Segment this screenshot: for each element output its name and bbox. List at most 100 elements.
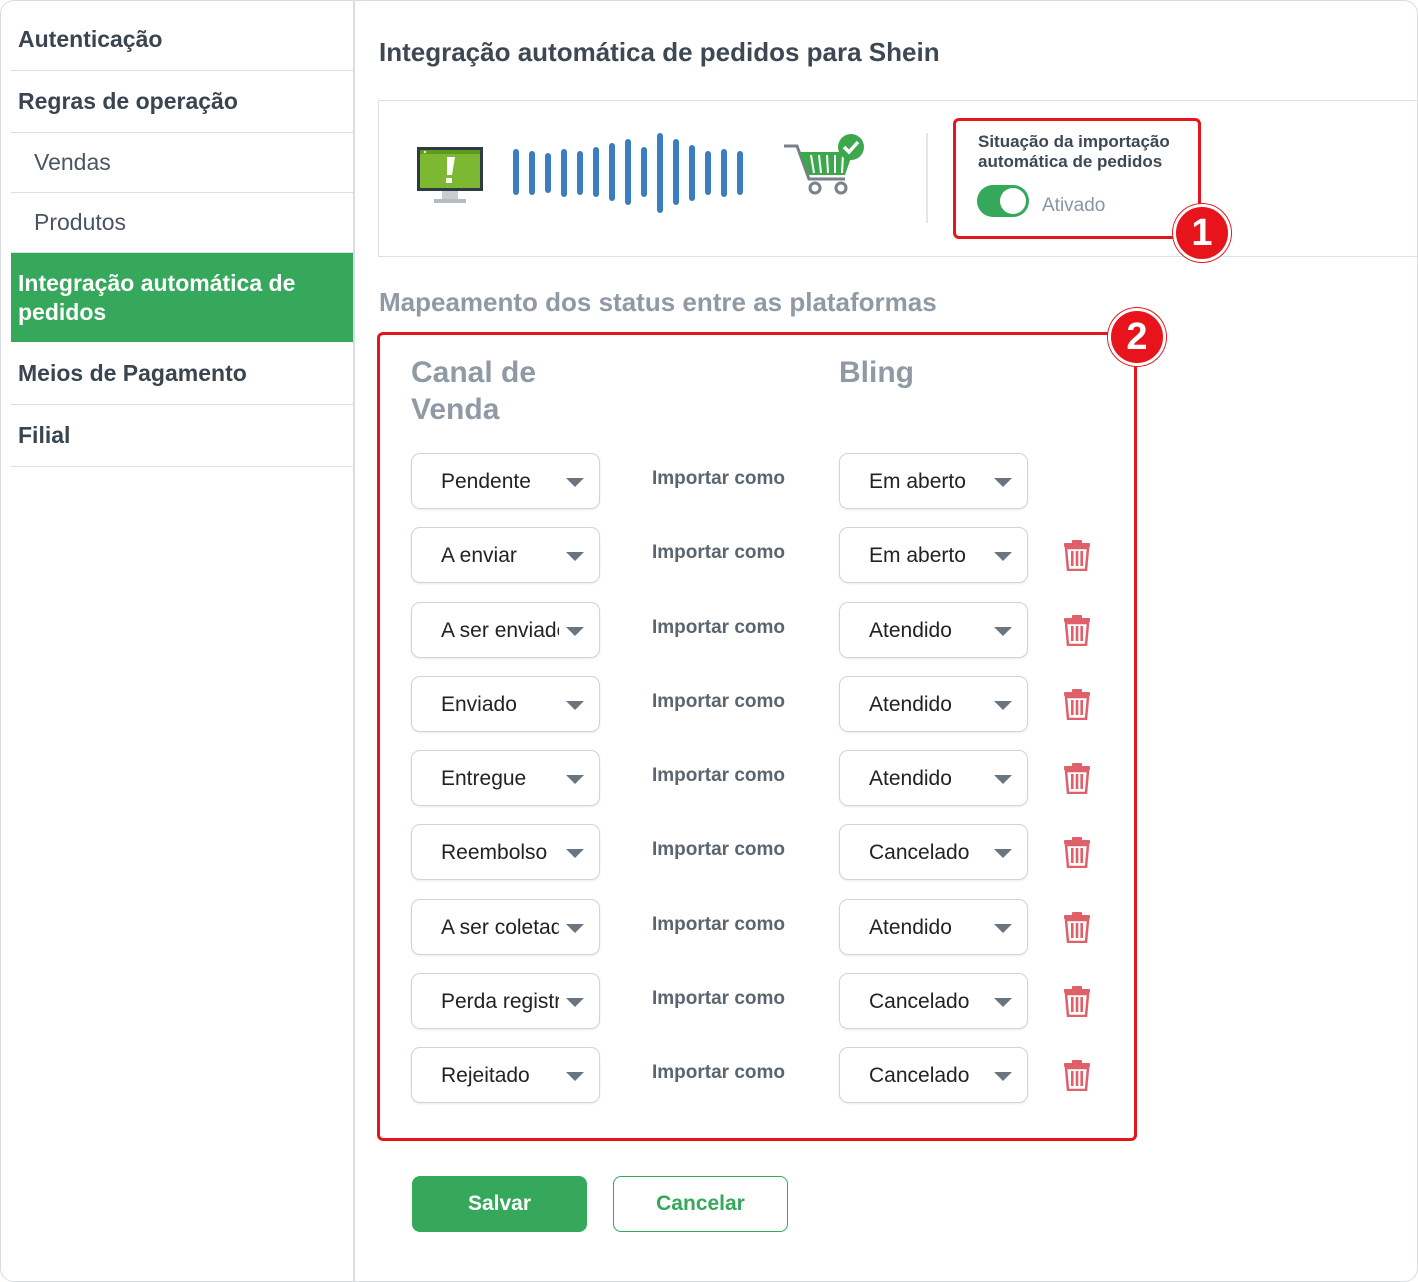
channel-status-select[interactable]: A ser coletado: [411, 899, 600, 955]
trash-icon[interactable]: [1063, 1059, 1091, 1091]
chevron-down-icon: [566, 478, 584, 487]
bling-status-select[interactable]: Atendido: [839, 602, 1028, 658]
import-as-label: Importar como: [652, 468, 786, 489]
bling-status-select[interactable]: Em aberto: [839, 453, 1028, 509]
bling-status-select[interactable]: Atendido: [839, 676, 1028, 732]
chevron-down-icon: [994, 552, 1012, 561]
trash-icon[interactable]: [1063, 985, 1091, 1017]
trash-icon[interactable]: [1063, 836, 1091, 868]
sidebar-item-vendas[interactable]: Vendas: [11, 133, 353, 193]
import-as-label: Importar como: [652, 914, 786, 935]
save-button[interactable]: Salvar: [412, 1176, 587, 1232]
bling-status-select[interactable]: Cancelado: [839, 1047, 1028, 1103]
channel-status-select[interactable]: Perda registrada: [411, 973, 600, 1029]
cancel-button[interactable]: Cancelar: [613, 1176, 788, 1232]
sidebar-item-label: Filial: [18, 422, 71, 448]
mapping-title: Mapeamento dos status entre as plataform…: [379, 287, 937, 317]
sidebar-item-meios-pagamento[interactable]: Meios de Pagamento: [11, 342, 353, 405]
channel-status-select[interactable]: Reembolso: [411, 824, 600, 880]
monitor-icon: [417, 147, 483, 203]
channel-status-value: Enviado: [441, 693, 517, 716]
bling-status-value: Atendido: [869, 916, 952, 939]
channel-status-select[interactable]: Rejeitado: [411, 1047, 600, 1103]
channel-status-value: Rejeitado: [441, 1064, 530, 1087]
import-as-label: Importar como: [652, 839, 786, 860]
import-as-label: Importar como: [652, 542, 786, 563]
import-status-toggle[interactable]: [977, 185, 1029, 217]
chevron-down-icon: [994, 1072, 1012, 1081]
column-header-channel: Canal de Venda: [411, 356, 537, 426]
chevron-down-icon: [994, 775, 1012, 784]
channel-status-select[interactable]: Pendente: [411, 453, 600, 509]
chevron-down-icon: [566, 552, 584, 561]
channel-status-value: Entregue: [441, 767, 527, 790]
sidebar-item-autenticacao[interactable]: Autenticação: [11, 9, 353, 71]
chevron-down-icon: [566, 775, 584, 784]
sidebar-item-regras-operacao[interactable]: Regras de operação: [11, 71, 353, 133]
chevron-down-icon: [994, 627, 1012, 636]
bling-status-value: Cancelado: [869, 1064, 970, 1087]
chevron-down-icon: [566, 849, 584, 858]
sidebar: Autenticação Regras de operação Vendas P…: [1, 1, 355, 1281]
callout-badge-1: 1: [1173, 204, 1231, 262]
channel-status-value: A ser coletado: [441, 916, 559, 939]
channel-status-select[interactable]: A ser enviado: [411, 602, 600, 658]
channel-status-select[interactable]: A enviar: [411, 527, 600, 583]
bling-status-value: Cancelado: [869, 990, 970, 1013]
bling-status-value: Cancelado: [869, 841, 970, 864]
app-frame: Autenticação Regras de operação Vendas P…: [0, 0, 1418, 1282]
cart-check-icon: [784, 134, 864, 195]
trash-icon[interactable]: [1063, 911, 1091, 943]
chevron-down-icon: [566, 701, 584, 710]
trash-icon[interactable]: [1063, 688, 1091, 720]
channel-status-value: Perda registrada: [441, 990, 559, 1013]
chevron-down-icon: [994, 924, 1012, 933]
channel-status-value: Pendente: [441, 470, 531, 493]
chevron-down-icon: [566, 627, 584, 636]
import-as-label: Importar como: [652, 1062, 786, 1083]
bling-status-select[interactable]: Atendido: [839, 750, 1028, 806]
sidebar-item-filial[interactable]: Filial: [11, 405, 353, 467]
bling-status-select[interactable]: Em aberto: [839, 527, 1028, 583]
chevron-down-icon: [994, 478, 1012, 487]
sidebar-item-label: Vendas: [34, 149, 111, 175]
panel-divider: [926, 133, 928, 223]
import-as-label: Importar como: [652, 988, 786, 1009]
import-as-label: Importar como: [652, 617, 786, 638]
chevron-down-icon: [566, 924, 584, 933]
bling-status-value: Atendido: [869, 693, 952, 716]
bling-status-value: Atendido: [869, 619, 952, 642]
sidebar-item-produtos[interactable]: Produtos: [11, 193, 353, 253]
channel-status-value: A enviar: [441, 544, 517, 567]
bling-status-select[interactable]: Atendido: [839, 899, 1028, 955]
sidebar-item-label: Regras de operação: [18, 88, 238, 114]
sidebar-item-label: Autenticação: [18, 26, 163, 52]
import-as-label: Importar como: [652, 691, 786, 712]
import-as-label: Importar como: [652, 765, 786, 786]
column-header-bling: Bling: [839, 356, 914, 389]
channel-status-select[interactable]: Enviado: [411, 676, 600, 732]
trash-icon[interactable]: [1063, 614, 1091, 646]
sidebar-item-label: Meios de Pagamento: [18, 359, 247, 386]
bling-status-value: Atendido: [869, 767, 952, 790]
channel-status-value: Reembolso: [441, 841, 548, 864]
import-status-label: Situação da importação automática de ped…: [978, 132, 1170, 171]
bling-status-value: Em aberto: [869, 544, 966, 567]
bling-status-select[interactable]: Cancelado: [839, 973, 1028, 1029]
bling-status-select[interactable]: Cancelado: [839, 824, 1028, 880]
sidebar-item-label: Produtos: [34, 209, 127, 235]
chevron-down-icon: [994, 998, 1012, 1007]
sidebar-item-label: Integração automática de pedidos: [18, 269, 296, 325]
page-title: Integração automática de pedidos para Sh…: [379, 37, 940, 67]
chevron-down-icon: [994, 849, 1012, 858]
chevron-down-icon: [566, 998, 584, 1007]
chevron-down-icon: [566, 1072, 584, 1081]
trash-icon[interactable]: [1063, 762, 1091, 794]
channel-status-value: A ser enviado: [441, 619, 559, 642]
channel-status-select[interactable]: Entregue: [411, 750, 600, 806]
sync-wave-icon: [513, 133, 743, 213]
trash-icon[interactable]: [1063, 539, 1091, 571]
bling-status-value: Em aberto: [869, 470, 966, 493]
import-status-state: Ativado: [1042, 195, 1106, 216]
sidebar-item-integracao-pedidos[interactable]: Integração automática de pedidos: [11, 253, 353, 342]
